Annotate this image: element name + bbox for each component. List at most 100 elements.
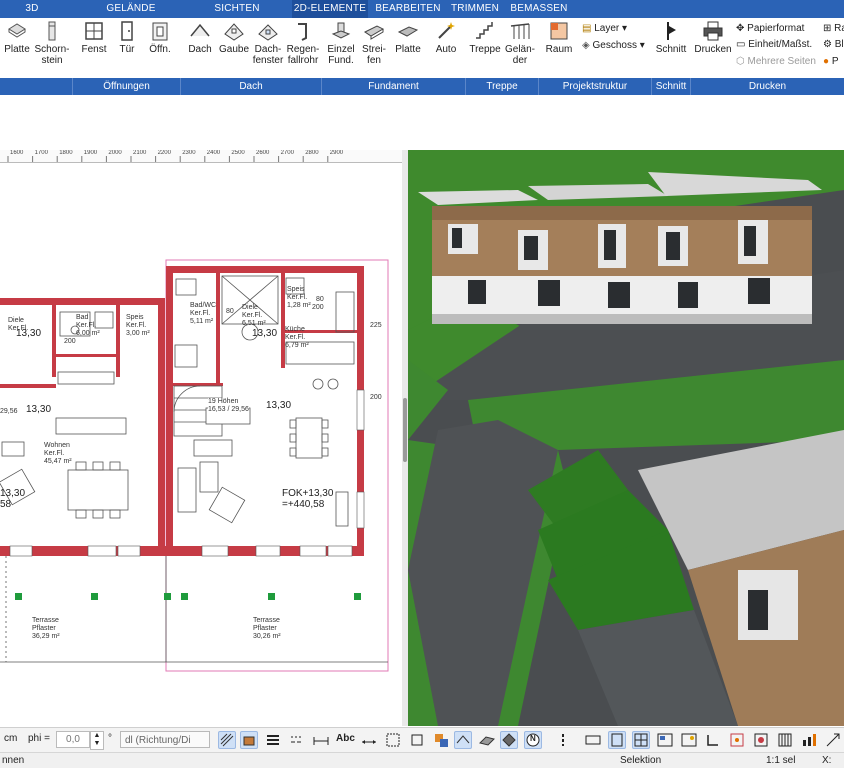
status-x-coord: X: bbox=[822, 755, 832, 766]
tab-sichten[interactable]: SICHTEN bbox=[198, 0, 276, 18]
tab-trimmen[interactable]: TRIMMEN bbox=[448, 0, 502, 18]
oeffnung-button[interactable]: Öffn. bbox=[146, 20, 174, 55]
hatch-icon bbox=[220, 733, 234, 747]
north-button[interactable]: N bbox=[524, 731, 542, 749]
floor-plan-view[interactable]: 1600 1700 1800 1900 2000 2100 2200 2300 2400 2500… bbox=[0, 150, 402, 726]
view-d-button[interactable] bbox=[656, 731, 674, 749]
ribbon: Platte Schorn- stein Fenst Tür Öffn. Dac… bbox=[0, 18, 844, 81]
more-button[interactable] bbox=[554, 731, 572, 749]
paint-button[interactable] bbox=[432, 731, 450, 749]
room-label-wohnen: Wohnen Ker.Fl. 45,47 m² bbox=[44, 442, 72, 465]
bottom-toolbar: cm phi = ▲▼ ° dl (Richtung/Di Abc N bbox=[0, 727, 844, 753]
dim-arrow-button[interactable] bbox=[360, 731, 378, 749]
crop-icon bbox=[411, 734, 423, 746]
schornstein-button[interactable]: Schorn- stein bbox=[34, 20, 70, 66]
pages-icon: ⬡ bbox=[736, 56, 745, 67]
gaube-button[interactable]: Gaube bbox=[218, 20, 250, 55]
footing-icon bbox=[331, 22, 351, 39]
fill-button[interactable] bbox=[240, 731, 258, 749]
frame-select-button[interactable] bbox=[384, 731, 402, 749]
image-icon bbox=[681, 733, 697, 747]
line-type-button[interactable] bbox=[288, 731, 306, 749]
mehrere-seiten-button[interactable]: ⬡ Mehrere Seiten bbox=[736, 55, 816, 69]
gelaender-button[interactable]: Gelän- der bbox=[504, 20, 536, 66]
layer-dropdown[interactable]: ▤ Layer ▾ bbox=[582, 22, 627, 36]
tab-bearbeiten[interactable]: BEARBEITEN bbox=[374, 0, 442, 18]
geschoss-dropdown[interactable]: ◈ Geschoss ▾ bbox=[582, 39, 645, 53]
3d-view[interactable] bbox=[408, 150, 844, 726]
terrace-markers bbox=[15, 593, 361, 600]
phi-label: phi = bbox=[28, 733, 50, 744]
phi-stepper[interactable]: ▲ ▼ bbox=[90, 731, 104, 750]
dim-label-225: 225 bbox=[370, 322, 382, 329]
drucken-button[interactable]: Drucken bbox=[694, 20, 732, 55]
view-b-button[interactable] bbox=[608, 731, 626, 749]
view-f-button[interactable] bbox=[704, 731, 722, 749]
gear-icon: ⚙ bbox=[823, 39, 832, 50]
layer-icon: ▤ bbox=[582, 23, 592, 34]
view-h-button[interactable] bbox=[752, 731, 770, 749]
paper-format-icon: ✥ bbox=[736, 23, 745, 34]
hatch-button[interactable] bbox=[218, 731, 236, 749]
room-label-kueche: Küche Ker.Fl. 6,79 m² bbox=[285, 326, 309, 349]
strip-footing-icon bbox=[364, 25, 385, 40]
p-button[interactable]: ● P bbox=[823, 55, 839, 69]
tab-3d[interactable]: 3D bbox=[0, 0, 64, 18]
tuer-button[interactable]: Tür bbox=[114, 20, 140, 55]
crop-button[interactable] bbox=[408, 731, 426, 749]
streifenfundament-button[interactable]: Strei- fen bbox=[360, 20, 388, 66]
fenster-button[interactable]: Fenst bbox=[80, 20, 108, 55]
direction-select[interactable]: dl (Richtung/Di bbox=[120, 731, 210, 748]
regenfallrohr-button[interactable]: Regen- fallrohr bbox=[286, 20, 320, 66]
schnitt-button[interactable]: Schnitt bbox=[654, 20, 688, 55]
walls-icon bbox=[479, 736, 495, 746]
frame-icon bbox=[386, 733, 400, 747]
ruler-tick-label: 2700 bbox=[280, 150, 294, 156]
tab-2d-elemente[interactable]: 2D-ELEMENTE bbox=[292, 0, 368, 18]
auto-button[interactable]: Auto bbox=[432, 20, 460, 55]
roof-view-button[interactable] bbox=[454, 731, 472, 749]
ruler-tick-label: 2600 bbox=[256, 150, 270, 156]
walls-button[interactable] bbox=[478, 731, 496, 749]
bl-button[interactable]: ⚙ Bl bbox=[823, 38, 844, 52]
papierformat-button[interactable]: ✥ Papierformat bbox=[736, 22, 804, 36]
view-c-button[interactable] bbox=[632, 731, 650, 749]
tab-gelaende[interactable]: GELÄNDE bbox=[92, 0, 170, 18]
roof-window-icon bbox=[258, 24, 278, 41]
raum-button[interactable]: Raum bbox=[544, 20, 574, 55]
ruler-tick-label: 1600 bbox=[10, 150, 24, 156]
view-a-button[interactable] bbox=[584, 731, 602, 749]
ruler-tick-label: 2800 bbox=[305, 150, 319, 156]
platte-button[interactable]: Platte bbox=[2, 20, 32, 55]
3d-scene bbox=[408, 150, 844, 726]
3d-object-button[interactable] bbox=[500, 731, 518, 749]
level-marker-1: 13,30 bbox=[16, 328, 42, 339]
text-style-button[interactable]: Abc bbox=[336, 733, 355, 744]
treppe-button[interactable]: Treppe bbox=[468, 20, 502, 55]
view-k-button[interactable] bbox=[824, 731, 842, 749]
einzelfundament-button[interactable]: Einzel Fund. bbox=[326, 20, 356, 66]
dach-button[interactable]: Dach bbox=[186, 20, 214, 55]
dachfenster-button[interactable]: Dach- fenster bbox=[252, 20, 284, 66]
ruler-tick-label: 2900 bbox=[329, 150, 344, 156]
view-j-button[interactable] bbox=[800, 731, 818, 749]
fill-icon bbox=[243, 736, 255, 746]
view-e-button[interactable] bbox=[680, 731, 698, 749]
view-i-button[interactable] bbox=[776, 731, 794, 749]
roof-view-icon bbox=[456, 735, 470, 744]
ra-button[interactable]: ⊞ Ra bbox=[823, 22, 844, 36]
einheit-massstab-button[interactable]: ▭ Einheit/Maßst. bbox=[736, 38, 812, 52]
dimension-button[interactable] bbox=[312, 731, 330, 749]
group-oeffnungen: Öffnungen bbox=[73, 78, 181, 95]
fundamentplatte-button[interactable]: Platte bbox=[392, 20, 424, 55]
phi-input[interactable] bbox=[56, 731, 90, 748]
line-style-button[interactable] bbox=[264, 731, 282, 749]
ruler-tick-label: 2200 bbox=[157, 150, 171, 156]
view-g-button[interactable] bbox=[728, 731, 746, 749]
splitter-grip[interactable] bbox=[403, 398, 407, 462]
diamond-icon bbox=[502, 733, 516, 747]
group-drucken: Drucken bbox=[748, 81, 787, 92]
ruler-tick-label: 2300 bbox=[182, 150, 196, 156]
group-blank bbox=[0, 78, 73, 95]
tab-bemassen[interactable]: BEMASSEN bbox=[508, 0, 570, 18]
